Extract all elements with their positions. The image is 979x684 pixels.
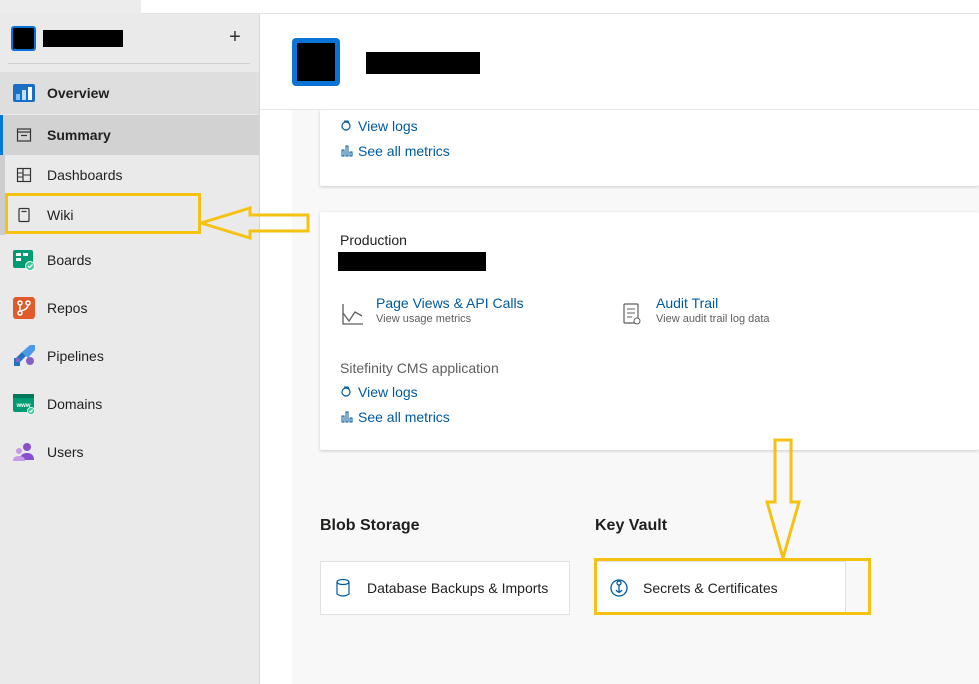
page-header	[260, 14, 979, 110]
audit-trail-link[interactable]: Audit Trail View audit trail log data	[620, 295, 770, 327]
sidebar-item-label: Pipelines	[47, 348, 104, 364]
project-title-redacted	[366, 52, 480, 74]
sidebar-item-boards[interactable]: Boards	[0, 239, 259, 281]
sidebar-item-label: Domains	[47, 396, 103, 412]
sidebar-item-repos[interactable]: Repos	[0, 287, 259, 329]
environment-title: Production	[340, 232, 407, 248]
application-title: Sitefinity CMS application	[340, 360, 499, 376]
sidebar-item-pipelines[interactable]: Pipelines	[0, 335, 259, 377]
left-arrow-annotation	[198, 205, 310, 241]
logs-icon	[340, 385, 354, 399]
production-card: Production Page Views & API Calls View u…	[320, 212, 979, 450]
secrets-highlight-box	[594, 558, 871, 615]
sidebar-item-label: Repos	[47, 300, 88, 316]
pipelines-icon	[12, 344, 36, 368]
dashboards-icon	[12, 163, 36, 187]
environment-url-redacted	[338, 252, 486, 271]
database-backups-label: Database Backups & Imports	[367, 580, 549, 596]
sidebar-item-overview[interactable]: Overview	[0, 72, 259, 114]
domains-icon: www	[12, 392, 36, 416]
sidebar-item-label: Overview	[47, 85, 110, 101]
browser-top-strip	[0, 0, 979, 14]
page-views-subtitle: View usage metrics	[376, 313, 472, 325]
page-views-title: Page Views & API Calls	[376, 295, 524, 311]
see-all-metrics-label: See all metrics	[358, 409, 450, 425]
sidebar-item-label: Dashboards	[47, 167, 123, 183]
view-logs-link[interactable]: View logs	[340, 384, 418, 400]
next-section-title-cutoff	[320, 676, 324, 684]
blob-storage-title: Blob Storage	[320, 517, 420, 534]
metrics-icon	[340, 144, 354, 158]
overview-icon	[12, 81, 36, 105]
sidebar-item-users[interactable]: Users	[0, 431, 259, 473]
audit-list-icon	[620, 301, 646, 327]
project-name-redacted	[43, 30, 123, 47]
users-icon	[12, 440, 36, 464]
sidebar-item-domains[interactable]: www Domains	[0, 383, 259, 425]
database-icon	[333, 578, 353, 598]
boards-icon	[12, 248, 36, 272]
see-all-metrics-link[interactable]: See all metrics	[340, 143, 450, 159]
sidebar-item-label: Summary	[47, 127, 111, 143]
chart-icon	[340, 301, 366, 327]
sidebar-item-label: Users	[47, 444, 84, 460]
down-arrow-annotation	[765, 438, 801, 561]
metrics-icon	[340, 410, 354, 424]
environment-card: View logs See all metrics	[320, 110, 979, 186]
database-backups-tile[interactable]: Database Backups & Imports	[320, 561, 570, 615]
browser-tab[interactable]	[0, 0, 141, 14]
sidebar-item-summary[interactable]: Summary	[0, 115, 259, 155]
divider	[8, 63, 250, 64]
view-logs-label: View logs	[358, 118, 418, 134]
see-all-metrics-link[interactable]: See all metrics	[340, 409, 450, 425]
add-button[interactable]: +	[225, 24, 245, 50]
project-avatar[interactable]	[11, 26, 36, 51]
sidebar: + Overview Summary Dashboards Wiki Board…	[0, 14, 260, 684]
view-logs-label: View logs	[358, 384, 418, 400]
sidebar-item-dashboards[interactable]: Dashboards	[0, 155, 259, 195]
project-icon	[292, 38, 340, 86]
key-vault-title: Key Vault	[595, 517, 668, 534]
see-all-metrics-label: See all metrics	[358, 143, 450, 159]
audit-trail-subtitle: View audit trail log data	[656, 313, 770, 325]
view-logs-link[interactable]: View logs	[340, 118, 418, 134]
summary-icon	[12, 123, 36, 147]
audit-trail-title: Audit Trail	[656, 295, 719, 311]
sidebar-item-label: Boards	[47, 252, 92, 268]
wiki-highlight-box	[5, 193, 201, 234]
repos-icon	[12, 296, 36, 320]
logs-icon	[340, 119, 354, 133]
page-views-link[interactable]: Page Views & API Calls View usage metric…	[340, 295, 524, 327]
project-header: +	[0, 14, 259, 66]
